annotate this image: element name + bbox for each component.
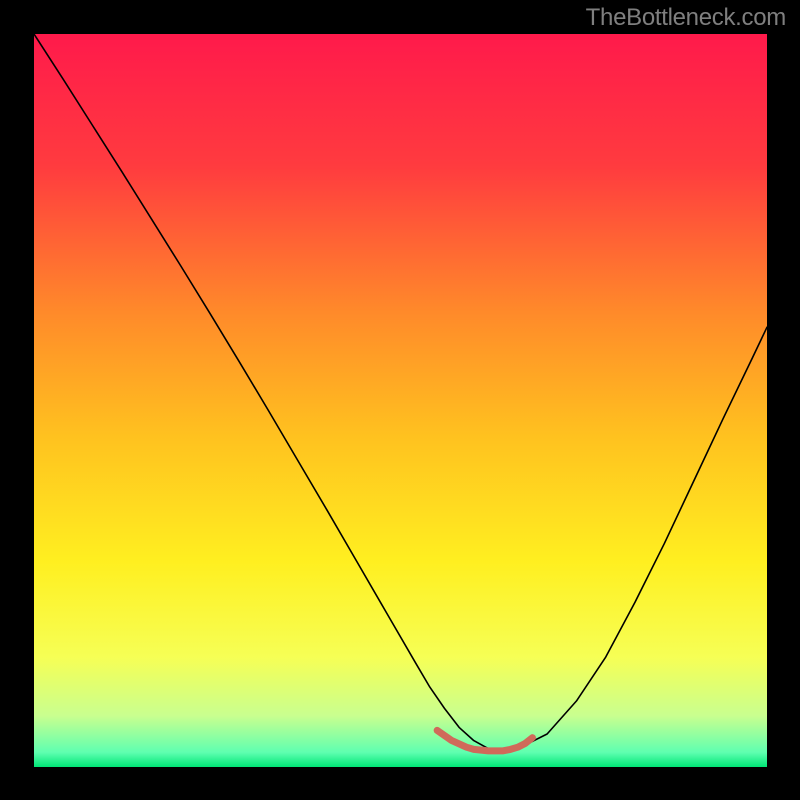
watermark-text: TheBottleneck.com <box>586 4 786 32</box>
chart-frame: TheBottleneck.com <box>0 0 800 800</box>
gradient-background <box>34 34 767 767</box>
plot-area <box>34 34 767 767</box>
chart-svg <box>34 34 767 767</box>
